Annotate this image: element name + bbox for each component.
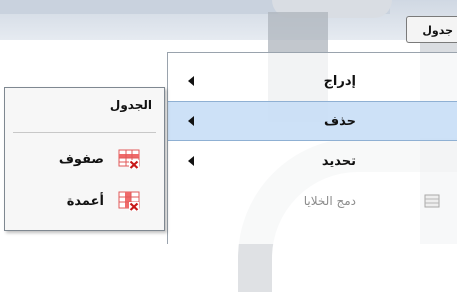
delete-rows-icon — [118, 149, 140, 169]
submenu-divider — [13, 132, 156, 133]
delete-columns-icon — [118, 191, 140, 211]
table-menu: إدراج حذف تحديد دمج الخلايا — [167, 52, 457, 244]
menu-item-delete[interactable]: حذف — [168, 101, 457, 141]
chevron-left-icon — [188, 76, 194, 86]
menu-item-label: دمج الخلايا — [303, 194, 356, 208]
submenu-item-label: صفوف — [58, 151, 104, 167]
menu-item-insert[interactable]: إدراج — [168, 61, 457, 101]
merge-cells-icon — [424, 194, 440, 208]
submenu-item-table[interactable]: الجدول — [12, 98, 152, 112]
submenu-item-rows[interactable]: صفوف — [5, 140, 164, 178]
delete-submenu: الجدول صفوف أعمدة — [4, 87, 165, 231]
menu-item-label: إدراج — [323, 73, 356, 89]
chevron-left-icon — [188, 116, 194, 126]
submenu-item-label: أعمدة — [66, 193, 104, 209]
menu-item-select[interactable]: تحديد — [168, 141, 457, 181]
chevron-left-icon — [188, 156, 194, 166]
submenu-item-columns[interactable]: أعمدة — [5, 182, 164, 220]
menu-item-merge-cells: دمج الخلايا — [168, 181, 457, 221]
table-menu-tab[interactable]: جدول — [406, 16, 457, 43]
menu-item-label: حذف — [324, 113, 356, 129]
menu-item-label: تحديد — [321, 153, 356, 169]
